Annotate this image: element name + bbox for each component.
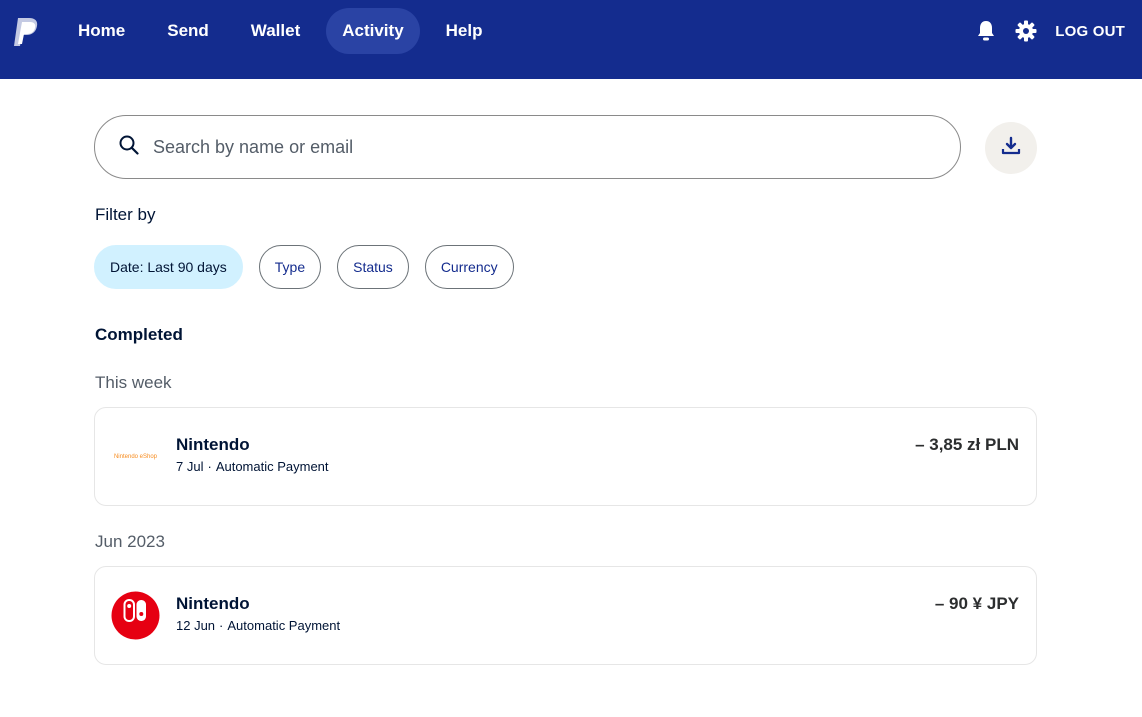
meta-separator: ·	[219, 618, 224, 633]
transaction-type: Automatic Payment	[227, 618, 341, 633]
paypal-logo[interactable]	[12, 16, 40, 48]
nav-wallet[interactable]: Wallet	[235, 8, 316, 54]
transaction-date: 12 Jun	[176, 618, 216, 633]
nav-activity[interactable]: Activity	[326, 8, 420, 54]
transaction-type: Automatic Payment	[215, 459, 329, 474]
nav-home[interactable]: Home	[62, 8, 141, 54]
nav-send[interactable]: Send	[151, 8, 225, 54]
filter-chip-status[interactable]: Status	[337, 245, 409, 289]
main-nav: Home Send Wallet Activity Help	[62, 8, 509, 54]
transaction-amount: – 3,85 zł PLN	[915, 435, 1019, 454]
filter-chips: Date: Last 90 days Type Status Currency	[94, 245, 530, 289]
meta-separator: ·	[207, 459, 212, 474]
search-icon	[119, 135, 139, 160]
section-title-completed: Completed	[95, 325, 183, 344]
nav-help[interactable]: Help	[430, 8, 499, 54]
transaction-meta: 7 Jul · Automatic Payment	[176, 459, 329, 474]
merchant-logo-text: Nintendo eShop	[113, 453, 158, 460]
top-navigation-bar: Home Send Wallet Activity Help LOG OUT	[0, 0, 1142, 79]
group-label-this-week: This week	[95, 373, 172, 392]
logout-button[interactable]: LOG OUT	[1055, 23, 1125, 40]
gear-icon[interactable]	[1015, 20, 1037, 42]
filter-label: Filter by	[95, 205, 156, 224]
merchant-name: Nintendo	[176, 435, 250, 454]
nintendo-eshop-logo: Nintendo eShop	[111, 432, 160, 481]
header-actions: LOG OUT	[975, 18, 1125, 44]
transaction-row[interactable]: Nintendo eShop Nintendo 7 Jul · Automatic …	[94, 407, 1037, 506]
nintendo-switch-logo	[111, 591, 160, 640]
download-button[interactable]	[985, 122, 1037, 174]
group-label-jun-2023: Jun 2023	[95, 532, 165, 551]
transaction-amount: – 90 ¥ JPY	[934, 594, 1019, 613]
transaction-date: 7 Jul	[176, 459, 204, 474]
filter-chip-currency[interactable]: Currency	[424, 245, 514, 289]
transaction-row[interactable]: Nintendo 12 Jun · Automatic Payment – 90 ¥…	[94, 566, 1037, 665]
filter-chip-type[interactable]: Type	[258, 245, 322, 289]
download-icon	[1001, 136, 1021, 161]
search-input[interactable]	[153, 136, 913, 158]
merchant-name: Nintendo	[176, 594, 250, 613]
filter-chip-date[interactable]: Date: Last 90 days	[94, 245, 243, 289]
transaction-meta: 12 Jun · Automatic Payment	[176, 618, 340, 633]
bell-icon[interactable]	[975, 20, 997, 42]
search-bar	[94, 115, 961, 179]
